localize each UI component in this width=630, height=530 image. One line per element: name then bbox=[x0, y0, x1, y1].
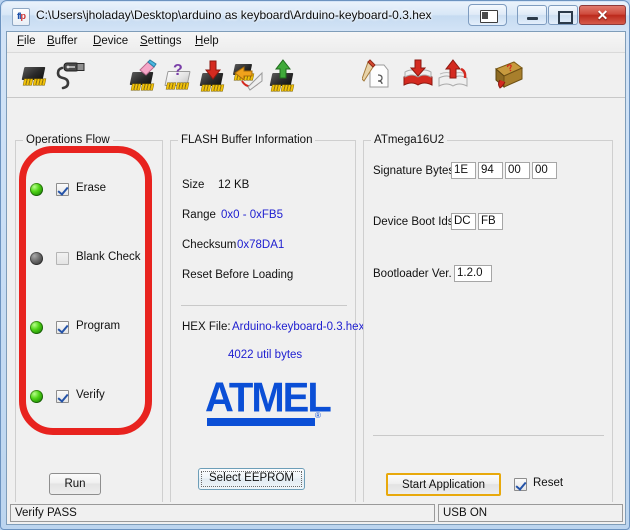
flip-app-icon: flp bbox=[12, 8, 30, 26]
restore-group-icon bbox=[480, 10, 498, 23]
device-information-group: ATmega16U2 Signature Bytes 1E 94 00 00 D… bbox=[363, 134, 613, 515]
checkbox-verify[interactable] bbox=[56, 390, 69, 403]
led-blank-check bbox=[30, 252, 43, 265]
select-eeprom-label: Select EEPROM bbox=[209, 472, 294, 484]
start-application-label: Start Application bbox=[401, 479, 486, 491]
device-separator bbox=[373, 435, 604, 436]
atmel-logo: ATMEL ® bbox=[205, 376, 332, 429]
window-title: C:\Users\jholaday\Desktop\arduino as key… bbox=[36, 8, 432, 22]
led-verify bbox=[30, 390, 43, 403]
status-bar: Verify PASS USB ON bbox=[7, 502, 625, 524]
util-bytes-value: 4022 util bytes bbox=[228, 349, 303, 361]
operations-flow-legend: Operations Flow bbox=[23, 134, 113, 146]
close-icon: ✕ bbox=[596, 7, 609, 23]
new-file-icon[interactable] bbox=[361, 59, 394, 91]
menu-bar: File Buffer Device Settings Help bbox=[7, 32, 625, 53]
open-hex-file-icon[interactable] bbox=[402, 59, 434, 91]
minimize-icon bbox=[527, 17, 538, 20]
run-button-label: Run bbox=[64, 478, 86, 490]
select-device-chip-icon[interactable] bbox=[19, 59, 51, 91]
svg-text:?: ? bbox=[173, 62, 183, 79]
select-eeprom-button[interactable]: Select EEPROM bbox=[198, 468, 305, 490]
menu-device[interactable]: Device bbox=[91, 35, 130, 47]
restore-group-button[interactable] bbox=[468, 4, 507, 26]
led-program bbox=[30, 321, 43, 334]
minimize-button[interactable] bbox=[517, 5, 547, 25]
start-application-button[interactable]: Start Application bbox=[386, 473, 501, 496]
signature-byte-0[interactable]: 1E bbox=[451, 162, 476, 179]
flash-separator bbox=[181, 305, 347, 306]
usb-status: USB ON bbox=[438, 504, 623, 522]
erase-chip-icon[interactable] bbox=[127, 59, 159, 91]
save-hex-file-icon[interactable] bbox=[437, 59, 469, 91]
operations-flow-group: Operations Flow Erase Blank Check Progra… bbox=[15, 134, 163, 515]
menu-settings[interactable]: Settings bbox=[138, 35, 184, 47]
hex-file-label: HEX File: bbox=[182, 321, 231, 333]
maximize-icon bbox=[558, 11, 573, 24]
device-boot-ids-label: Device Boot Ids bbox=[373, 216, 454, 228]
checksum-label: Checksum bbox=[182, 239, 237, 251]
application-window: flp C:\Users\jholaday\Desktop\arduino as… bbox=[0, 0, 630, 530]
menu-buffer[interactable]: Buffer bbox=[45, 35, 79, 47]
reset-before-loading-label: Reset Before Loading bbox=[182, 269, 294, 281]
boot-id-0[interactable]: DC bbox=[451, 213, 476, 230]
checksum-value: 0x78DA1 bbox=[237, 239, 285, 251]
usb-cable-icon[interactable] bbox=[55, 59, 87, 91]
verify-chip-icon[interactable] bbox=[267, 59, 299, 91]
checkbox-blank-check[interactable] bbox=[56, 252, 69, 265]
signature-bytes-label: Signature Bytes bbox=[373, 165, 455, 177]
toolbar: ? ? bbox=[7, 53, 625, 98]
read-chip-to-file-icon[interactable] bbox=[232, 59, 264, 91]
checkbox-reset[interactable] bbox=[514, 478, 527, 491]
flash-buffer-legend: FLASH Buffer Information bbox=[178, 134, 316, 146]
hex-file-value: Arduino-keyboard-0.3.hex bbox=[232, 321, 365, 333]
range-value: 0x0 - 0xFB5 bbox=[221, 209, 283, 221]
label-verify: Verify bbox=[76, 389, 105, 401]
bootloader-version-label: Bootloader Ver. bbox=[373, 268, 452, 280]
label-blank-check: Blank Check bbox=[76, 251, 141, 263]
led-erase bbox=[30, 183, 43, 196]
program-chip-icon[interactable] bbox=[197, 59, 229, 91]
boot-id-1[interactable]: FB bbox=[478, 213, 503, 230]
menu-file[interactable]: File bbox=[15, 35, 38, 47]
close-button[interactable]: ✕ bbox=[579, 5, 626, 25]
checkbox-erase[interactable] bbox=[56, 183, 69, 196]
label-erase: Erase bbox=[76, 182, 107, 194]
client-area: File Buffer Device Settings Help ? ? Ope… bbox=[6, 31, 626, 525]
flash-buffer-information-group: FLASH Buffer Information Size 12 KB Rang… bbox=[170, 134, 364, 515]
size-label: Size bbox=[182, 179, 205, 191]
signature-byte-1[interactable]: 94 bbox=[478, 162, 503, 179]
atmel-logo-registered: ® bbox=[315, 411, 321, 420]
help-book-icon[interactable]: ? bbox=[492, 59, 524, 91]
atmel-logo-text: ATMEL bbox=[205, 374, 332, 422]
menu-help[interactable]: Help bbox=[193, 35, 221, 47]
checkbox-program[interactable] bbox=[56, 321, 69, 334]
maximize-button[interactable] bbox=[548, 5, 578, 25]
label-reset: Reset bbox=[533, 477, 564, 489]
title-bar: flp C:\Users\jholaday\Desktop\arduino as… bbox=[2, 2, 629, 30]
blank-check-chip-icon[interactable]: ? bbox=[162, 59, 194, 91]
bootloader-version-value[interactable]: 1.2.0 bbox=[454, 265, 492, 282]
size-value: 12 KB bbox=[218, 179, 250, 191]
device-legend: ATmega16U2 bbox=[371, 134, 448, 146]
signature-byte-3[interactable]: 00 bbox=[532, 162, 557, 179]
signature-byte-2[interactable]: 00 bbox=[505, 162, 530, 179]
label-program: Program bbox=[76, 320, 121, 332]
run-button[interactable]: Run bbox=[49, 473, 101, 495]
range-label: Range bbox=[182, 209, 216, 221]
status-message: Verify PASS bbox=[10, 504, 435, 522]
